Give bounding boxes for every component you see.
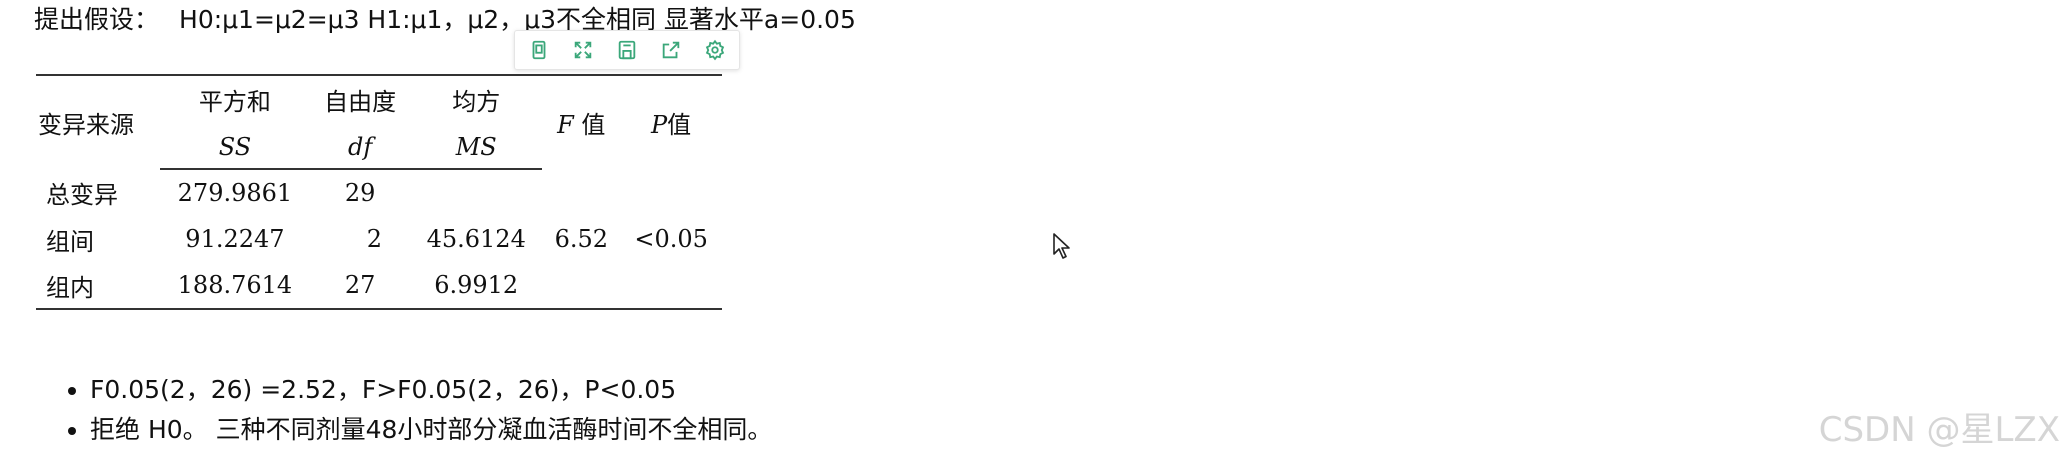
header-df: 自由度 <box>310 74 411 122</box>
cell-df: 29 <box>344 179 376 207</box>
conclusion-list: F0.05(2，26) =2.52，F>F0.05(2，26)，P<0.05 拒… <box>60 370 772 450</box>
header-p: P值 <box>620 74 722 169</box>
expand-button[interactable] <box>563 33 603 67</box>
cell-p <box>620 262 722 310</box>
cell-p <box>620 169 722 216</box>
anova-table: 变异来源 平方和 自由度 均方 F 值 P值 SS df MS 总变异 279.… <box>36 74 722 310</box>
image-toolbar <box>514 30 740 70</box>
list-item: 拒绝 H0。 三种不同剂量48小时部分凝血活酶时间不全相同。 <box>90 410 772 450</box>
copy-button[interactable] <box>519 33 559 67</box>
header-ms: 均方 <box>410 74 543 122</box>
table-row: 组内 188.7614 27 6.9912 <box>36 262 722 310</box>
cell-f: 6.52 <box>554 225 608 253</box>
cell-df: 27 <box>310 262 411 310</box>
header-df-symbol: df <box>310 122 411 170</box>
cell-ss: 279.9861 <box>177 179 293 207</box>
cell-source: 总变异 <box>46 181 118 209</box>
cell-ms: 45.6124 <box>426 225 526 253</box>
hypothesis-label: 提出假设： <box>34 5 160 34</box>
header-ms-symbol: MS <box>410 122 543 170</box>
cell-ms <box>410 169 542 216</box>
expand-icon <box>574 41 592 59</box>
cell-f <box>542 169 620 216</box>
settings-icon <box>705 39 725 61</box>
copy-icon <box>532 40 546 60</box>
header-ss: 平方和 <box>159 74 311 122</box>
mouse-cursor-icon <box>1053 233 1070 259</box>
cell-p: <0.05 <box>634 225 708 253</box>
watermark: CSDN @星LZX <box>1818 410 2060 450</box>
table-row: 总变异 279.9861 29 <box>36 169 722 216</box>
cell-source: 组间 <box>46 227 94 256</box>
table-row: 组间 91.2247 2 45.6124 6.52 <0.05 <box>36 216 722 262</box>
header-f: F 值 <box>542 74 621 169</box>
share-button[interactable] <box>651 33 691 67</box>
cell-df: 2 <box>366 225 383 253</box>
cell-ss: 188.7614 <box>159 262 311 310</box>
header-source: 变异来源 <box>36 74 160 169</box>
save-icon <box>618 40 636 60</box>
share-icon <box>662 41 680 59</box>
cell-ss: 91.2247 <box>185 225 285 253</box>
header-ss-symbol: SS <box>159 122 311 170</box>
cell-source: 组内 <box>36 262 160 310</box>
settings-button[interactable] <box>695 33 735 67</box>
cell-ms: 6.9912 <box>410 262 543 310</box>
cell-f <box>542 262 621 310</box>
save-button[interactable] <box>607 33 647 67</box>
list-item: F0.05(2，26) =2.52，F>F0.05(2，26)，P<0.05 <box>90 370 772 410</box>
